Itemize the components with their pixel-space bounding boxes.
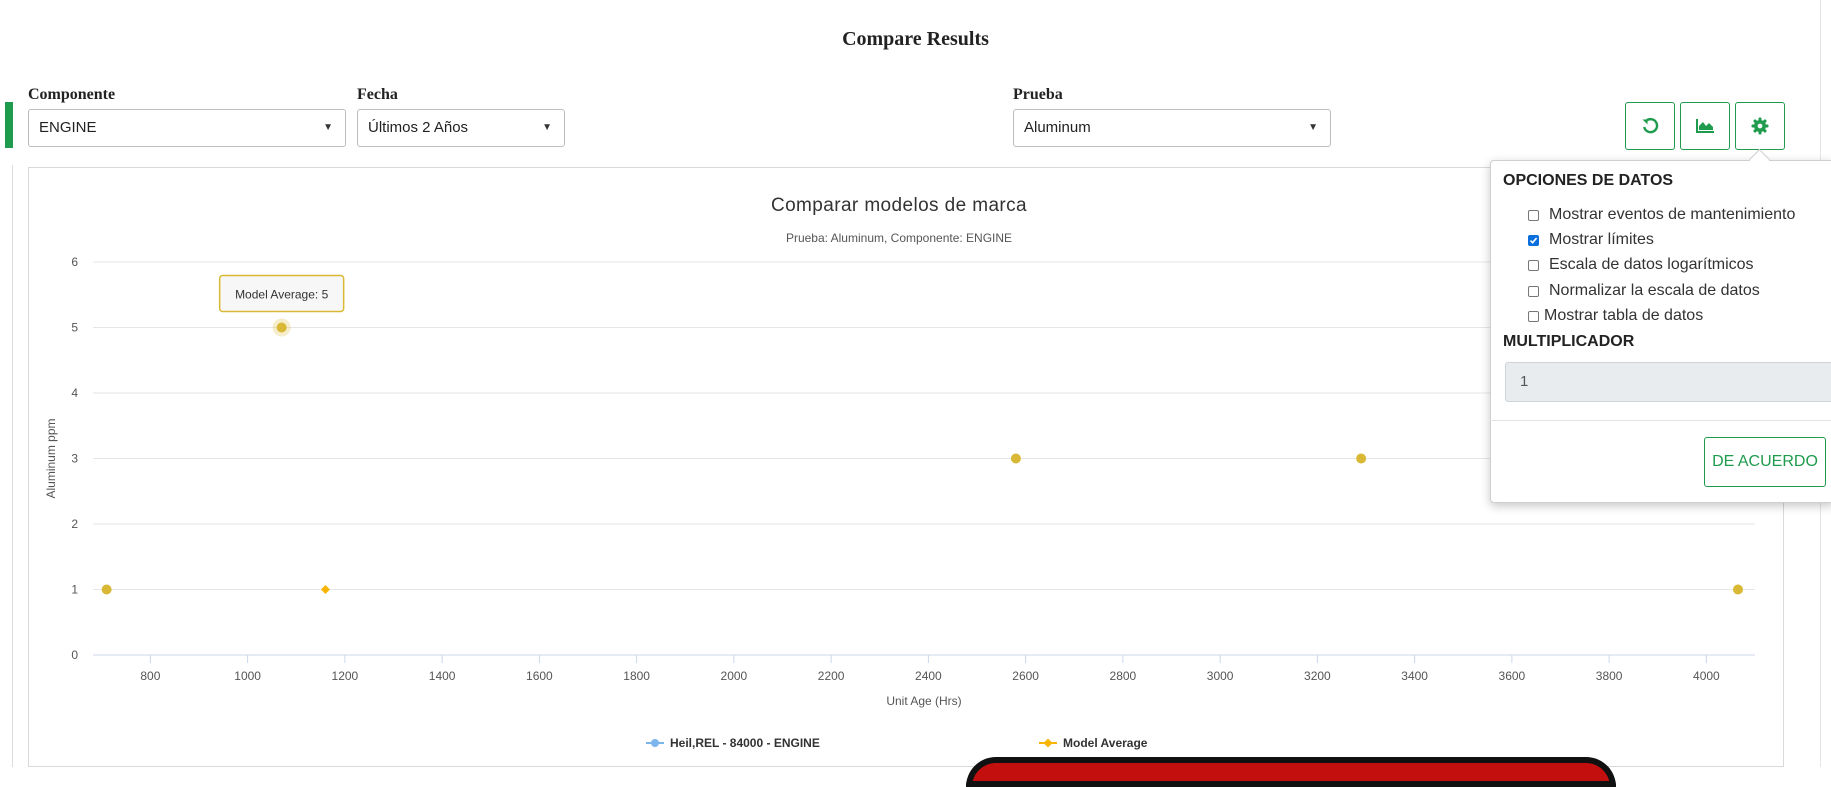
multiplier-label: MULTIPLICADOR (1503, 333, 1635, 350)
option-log-scale[interactable]: Escala de datos logarítmicos (1528, 256, 1754, 274)
y-axis-ticks: 0 1 2 3 4 5 6 (71, 255, 78, 662)
x-tick-label: 1000 (234, 669, 261, 683)
chart-legend: Heil,REL - 84000 - ENGINE Model Average (646, 736, 1148, 750)
option-normalize-scale[interactable]: Normalizar la escala de datos (1528, 282, 1760, 300)
data-point (1356, 453, 1367, 464)
x-tick-label: 800 (140, 669, 160, 683)
y-tick-label: 1 (71, 583, 78, 597)
legend-symbol-marker (1043, 738, 1053, 748)
popover-divider (1490, 420, 1831, 421)
x-tick-label: 3200 (1304, 669, 1331, 683)
x-tick-label: 1800 (623, 669, 650, 683)
x-tick-label: 2600 (1012, 669, 1039, 683)
x-tick-label: 2800 (1110, 669, 1137, 683)
x-axis-label: Unit Age (Hrs) (886, 694, 961, 708)
y-tick-label: 2 (71, 517, 78, 531)
option-show-limits[interactable]: Mostrar límites (1528, 231, 1654, 249)
checkbox-icon[interactable] (1528, 285, 1539, 297)
x-tick-label: 2000 (721, 669, 748, 683)
option-label: Mostrar tabla de datos (1544, 307, 1704, 324)
data-options-title: OPCIONES DE DATOS (1503, 172, 1674, 189)
tooltip-text: Model Average: 5 (235, 288, 329, 302)
y-axis-label: Aluminum ppm (44, 418, 58, 498)
x-tick-label: 1600 (526, 669, 553, 683)
y-tick-label: 5 (71, 321, 78, 335)
checkbox-icon[interactable] (1528, 259, 1539, 271)
legend-symbol-marker (651, 739, 659, 747)
legend-label: Model Average (1063, 736, 1148, 750)
option-data-table[interactable]: Mostrar tabla de datos (1528, 307, 1703, 325)
checkbox-checked-icon[interactable] (1528, 234, 1539, 246)
option-label: Normalizar la escala de datos (1549, 282, 1760, 299)
x-tick-label: 2200 (818, 669, 845, 683)
x-tick-label: 1200 (332, 669, 359, 683)
x-tick-label: 4000 (1693, 669, 1720, 683)
multiplier-input[interactable]: 1 (1505, 362, 1831, 402)
point-tooltip: Model Average: 5 (218, 274, 345, 313)
x-tick-label: 3800 (1596, 669, 1623, 683)
data-point (101, 584, 112, 595)
option-label: Mostrar límites (1549, 231, 1654, 248)
model-average-point (320, 585, 330, 594)
data-point (276, 322, 287, 333)
ok-button[interactable]: DE ACUERDO (1704, 437, 1826, 487)
option-label: Escala de datos logarítmicos (1549, 256, 1754, 273)
option-label: Mostrar eventos de mantenimiento (1549, 206, 1796, 223)
y-tick-label: 0 (71, 648, 78, 662)
data-point (1010, 453, 1021, 464)
data-point (1732, 584, 1743, 595)
checkbox-icon[interactable] (1528, 209, 1539, 221)
x-tick-label: 1400 (429, 669, 456, 683)
x-tick-label: 2400 (915, 669, 942, 683)
x-tick-label: 3600 (1499, 669, 1526, 683)
option-maintenance-events[interactable]: Mostrar eventos de mantenimiento (1528, 206, 1795, 224)
y-tick-label: 4 (71, 386, 78, 400)
x-tick-label: 3000 (1207, 669, 1234, 683)
x-tick-label: 3400 (1401, 669, 1428, 683)
overlay-box-edge (966, 757, 1616, 787)
legend-label: Heil,REL - 84000 - ENGINE (670, 736, 820, 750)
x-axis-ticks: 800 1000 1200 1400 1600 1800 2000 2200 2400 2600 2… (140, 655, 1720, 683)
y-tick-label: 6 (71, 255, 78, 269)
y-tick-label: 3 (71, 452, 78, 466)
checkbox-icon[interactable] (1528, 310, 1539, 322)
